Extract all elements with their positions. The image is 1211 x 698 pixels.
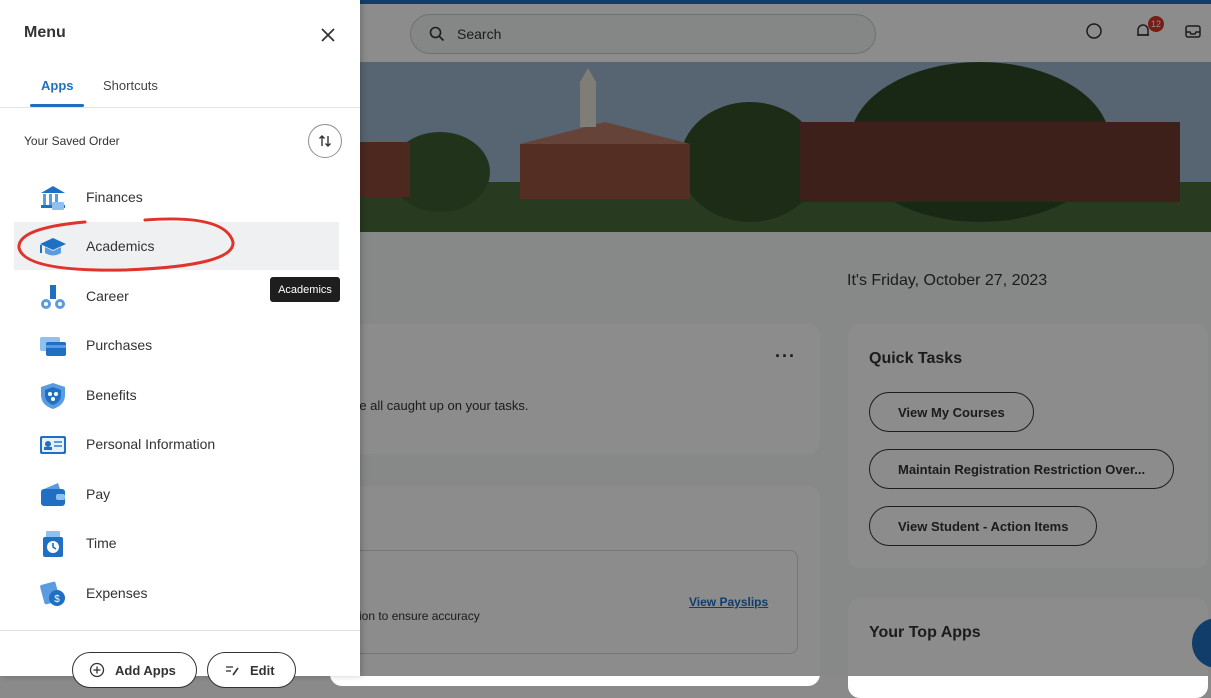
id-card-icon [40, 436, 66, 454]
menu-item-personal-information[interactable]: Personal Information [14, 420, 339, 468]
menu-item-label: Expenses [86, 585, 148, 601]
menu-item-label: Pay [86, 486, 111, 502]
tab-apps[interactable]: Apps [41, 78, 74, 93]
menu-item-label: Benefits [86, 387, 137, 403]
add-apps-label: Add Apps [115, 662, 176, 678]
graduation-cap-icon [40, 238, 66, 256]
close-icon[interactable] [317, 24, 339, 46]
menu-drawer: Menu Apps Shortcuts Your Saved Order Fin… [0, 0, 360, 688]
wallet-icon [41, 483, 65, 506]
menu-item-label: Career [86, 288, 129, 304]
sort-arrows-icon [319, 135, 331, 147]
footer-divider [0, 630, 360, 631]
edit-button[interactable]: Edit [207, 652, 296, 688]
academics-tooltip: Academics [270, 277, 340, 302]
menu-item-benefits[interactable]: Benefits [14, 371, 339, 419]
menu-item-pay[interactable]: Pay [14, 470, 339, 518]
menu-item-purchases[interactable]: Purchases [14, 321, 339, 369]
tab-divider [0, 107, 360, 108]
menu-item-label: Purchases [86, 337, 153, 353]
menu-item-finances[interactable]: Finances [14, 173, 339, 221]
menu-item-expenses[interactable]: $ Expenses [14, 569, 339, 617]
menu-item-academics[interactable]: Academics [14, 222, 339, 270]
menu-title: Menu [24, 24, 66, 41]
clock-icon [43, 531, 63, 557]
saved-order-label: Your Saved Order [24, 134, 120, 148]
menu-item-label: Finances [86, 189, 143, 205]
bank-icon [41, 186, 65, 210]
menu-item-label: Academics [86, 238, 155, 254]
purchases-icon [40, 337, 66, 356]
add-apps-button[interactable]: Add Apps [72, 652, 197, 688]
career-icon [41, 285, 65, 309]
shield-icon [41, 383, 65, 409]
menu-item-label: Time [86, 535, 117, 551]
tab-shortcuts[interactable]: Shortcuts [103, 78, 158, 93]
expenses-icon: $ [40, 581, 65, 606]
reorder-button[interactable] [308, 124, 342, 158]
menu-item-label: Personal Information [86, 436, 216, 452]
edit-label: Edit [250, 662, 275, 678]
menu-item-time[interactable]: Time [14, 519, 339, 567]
svg-text:$: $ [54, 594, 60, 605]
